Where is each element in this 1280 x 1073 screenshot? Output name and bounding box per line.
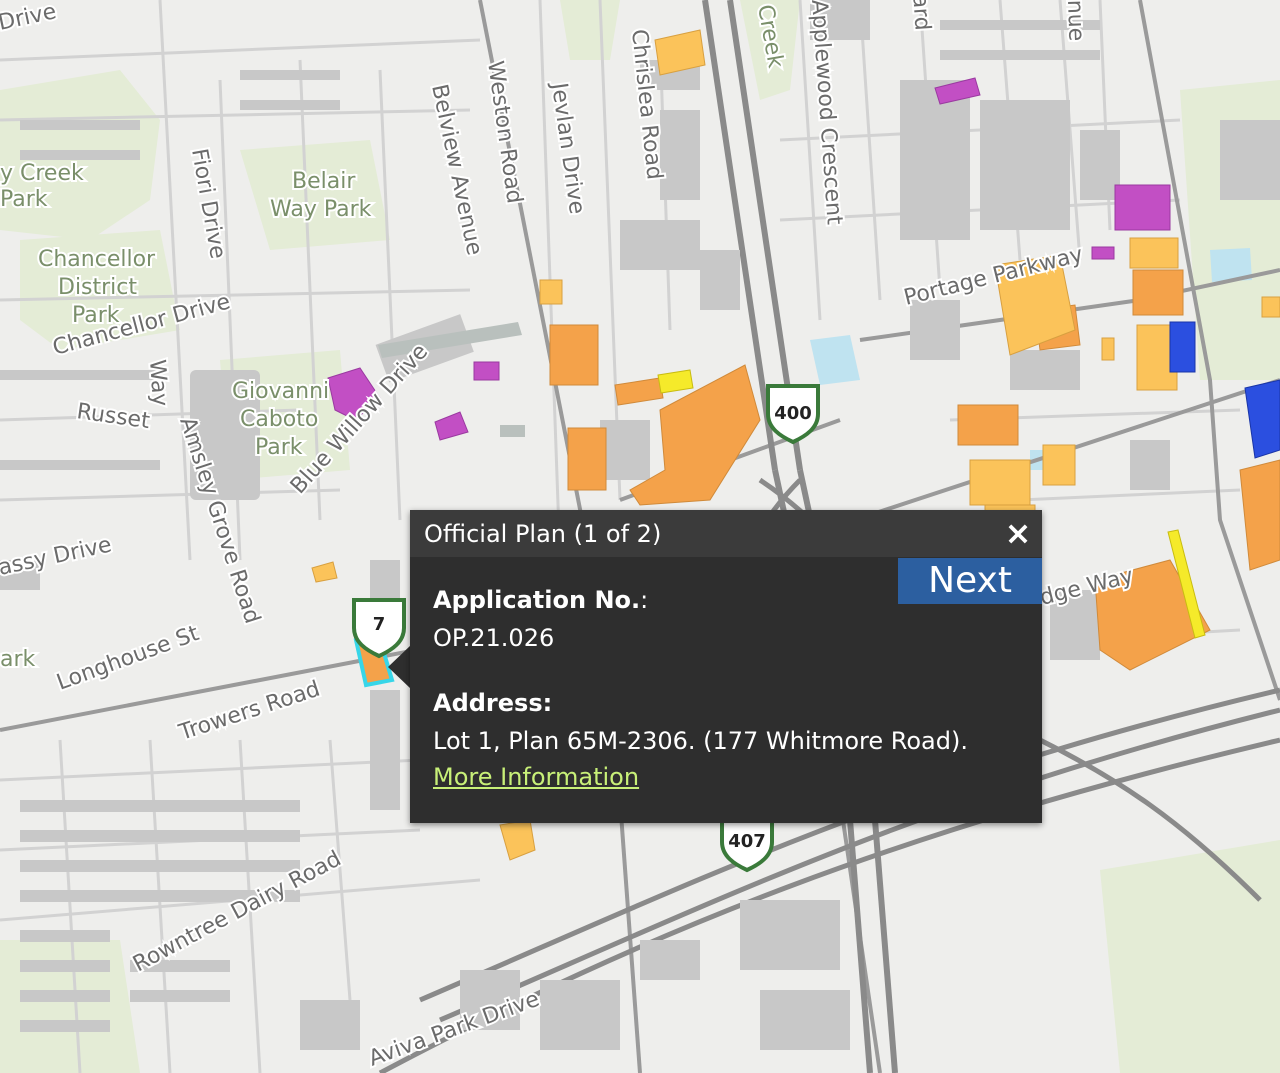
- road-label-avenue-top: nue: [1062, 0, 1088, 42]
- park-label-chancellor-2: District: [58, 275, 137, 300]
- hwy-400-shield-icon: 400: [766, 384, 820, 445]
- address-label: Address:: [433, 689, 553, 717]
- park-label-belair-2: Way Park: [270, 197, 372, 222]
- address-value: Lot 1, Plan 65M-2306. (177 Whitmore Road…: [433, 727, 968, 755]
- hwy-7-shield-label: 7: [373, 614, 386, 635]
- park-label-creek-1: y Creek: [0, 161, 84, 186]
- park-label-chancellor-3: Park: [72, 303, 120, 328]
- application-label: Application No.:: [433, 586, 648, 614]
- application-label-colon: :: [640, 586, 649, 614]
- park-label-ark-left: ark: [0, 647, 36, 672]
- next-button[interactable]: Next: [898, 558, 1042, 604]
- popup-header: Official Plan (1 of 2) ×: [410, 510, 1042, 557]
- park-label-creek-2: Park: [0, 187, 48, 212]
- park-label-chancellor-1: Chancellor: [38, 247, 156, 272]
- popup-pointer: [388, 645, 411, 689]
- park-label-giovanni-2: Caboto: [240, 407, 318, 432]
- close-icon[interactable]: ×: [1002, 516, 1034, 550]
- park-label-belair-1: Belair: [292, 169, 356, 194]
- park-label-giovanni-3: Park: [255, 435, 303, 460]
- feature-popup: Official Plan (1 of 2) × Next Applicatio…: [410, 510, 1042, 823]
- more-information-link[interactable]: More Information: [433, 763, 639, 791]
- road-label-way: Way: [144, 359, 172, 407]
- park-label-giovanni-1: Giovanni: [232, 379, 329, 404]
- application-label-text: Application No.: [433, 586, 641, 614]
- hwy-400-shield-label: 400: [774, 403, 812, 424]
- hwy-407-shield-label: 407: [728, 831, 766, 852]
- popup-title: Official Plan (1 of 2): [424, 520, 662, 548]
- application-value: OP.21.026: [433, 624, 555, 652]
